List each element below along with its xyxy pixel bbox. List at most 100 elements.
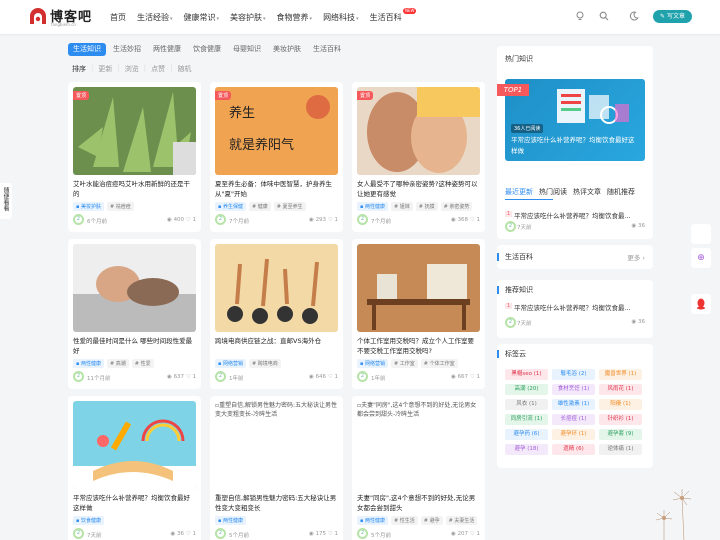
tab-1[interactable]: 生活妙招 bbox=[108, 43, 146, 56]
post-title[interactable]: 跨境电商供应链之战：直邮VS海外仓 bbox=[215, 336, 338, 346]
tab-5[interactable]: 美妆护肤 bbox=[268, 43, 306, 56]
cloud-tag[interactable]: 逆体痛 (1) bbox=[599, 444, 642, 455]
cloud-tag[interactable]: 食材烹饪 (1) bbox=[552, 384, 595, 395]
post-category[interactable]: ▪ 两性健康 bbox=[215, 516, 246, 525]
list-tab-3[interactable]: 随机推荐 bbox=[607, 187, 635, 197]
cloud-tag[interactable]: 风衣 (1) bbox=[505, 399, 548, 410]
post-tag[interactable]: # 性生活 bbox=[391, 516, 418, 525]
recommend-item[interactable]: 1 平常应该吃什么补营养呢？均衡饮食最... 2 7天前 ◉ 36 bbox=[505, 302, 645, 328]
sort-option-0[interactable]: 更新 bbox=[98, 64, 112, 74]
post-card[interactable]: ▫夫妻"同房",这4个意想不到的好处,无论男女都会尝到甜头-冷眸生活夫妻"同房"… bbox=[352, 396, 485, 540]
post-category[interactable]: ▪ 两性健康 bbox=[73, 359, 104, 368]
post-title[interactable]: 女人最受不了哪种亲密姿势?这种姿势可以让她更有感觉 bbox=[357, 179, 480, 199]
post-thumbnail[interactable] bbox=[215, 244, 338, 332]
post-card[interactable]: 平常应该吃什么补营养呢？均衡饮食最好这样做 ▪ 饮食健康 2 7天前 ◉ 36 ♡ 1 bbox=[68, 396, 201, 540]
thumb-up-icon[interactable]: ♡ bbox=[328, 374, 335, 380]
thumb-up-icon[interactable]: ♡ bbox=[470, 374, 477, 380]
recent-item[interactable]: 1 平常应该吃什么补营养呢？均衡饮食最... 2 7天前 ◉ 36 bbox=[505, 210, 645, 232]
post-tag[interactable]: # 夏至养生 bbox=[273, 202, 306, 211]
thumb-up-icon[interactable]: ♡ bbox=[328, 217, 335, 223]
post-tag[interactable]: # 高潮 bbox=[107, 359, 129, 368]
post-tag[interactable]: # 亲密姿势 bbox=[440, 202, 473, 211]
cloud-tag[interactable]: 鬈毛浴 (2) bbox=[552, 369, 595, 380]
nav-item-5[interactable]: 网络科技▾ bbox=[323, 12, 359, 23]
post-category[interactable]: ▪ 饮食健康 bbox=[73, 516, 104, 525]
post-title[interactable]: 个体工作室用交税吗？成立个人工作室要不要交税工作室用交税吗? bbox=[357, 336, 480, 356]
post-title[interactable]: 重塑自信,解锁男性魅力密码:五大秘诀让男性变大变粗变长 bbox=[215, 493, 338, 513]
post-tag[interactable]: # 工作室 bbox=[391, 359, 418, 368]
cloud-tag[interactable]: 风雨花 (1) bbox=[599, 384, 642, 395]
avatar[interactable]: 2 bbox=[215, 371, 226, 382]
post-card[interactable]: 跨境电商供应链之战：直邮VS海外仓 ▪ 网络营销 # 跨境电商 2 1年前 ◉ 646 ♡… bbox=[210, 239, 343, 389]
cloud-tag[interactable]: 雄性激素 (1) bbox=[552, 399, 595, 410]
post-thumbnail[interactable]: ▫夫妻"同房",这4个意想不到的好处,无论男女都会尝到甜头-冷眸生活 bbox=[357, 401, 480, 489]
thumb-up-icon[interactable]: ♡ bbox=[470, 531, 477, 537]
plus-icon[interactable]: ⊕ bbox=[691, 248, 711, 268]
post-title[interactable]: 性爱的最佳时间是什么 哪些时间段性爱最好 bbox=[73, 336, 196, 356]
cloud-tag[interactable]: 避孕套 (9) bbox=[599, 429, 642, 440]
sort-option-1[interactable]: 浏览 bbox=[125, 64, 139, 74]
post-title[interactable]: 平常应该吃什么补营养呢？均衡饮食最好这样做 bbox=[73, 493, 196, 513]
post-thumbnail[interactable]: ▫重塑自信,解锁男性魅力密码:五大秘诀让男性变大变粗变长-冷眸生活 bbox=[215, 401, 338, 489]
avatar[interactable]: 2 bbox=[73, 214, 84, 225]
nav-item-6[interactable]: 生活百科 bbox=[370, 12, 402, 23]
tab-0[interactable]: 生活知识 bbox=[68, 43, 106, 56]
search-icon[interactable] bbox=[598, 11, 610, 23]
float-blank-button[interactable] bbox=[691, 224, 711, 244]
cloud-tag[interactable]: 魔兽世界 (1) bbox=[599, 369, 642, 380]
post-card[interactable]: 置顶 艾叶水能治痘痘吗艾叶水用新鲜的还是干的 ▪ 美妆护肤 # 祛痘痘 2 6个月前 ◉ 4… bbox=[68, 82, 201, 232]
sort-option-2[interactable]: 点赞 bbox=[151, 64, 165, 74]
write-article-button[interactable]: ✎ 写文章 bbox=[653, 10, 692, 23]
avatar[interactable]: 2 bbox=[357, 371, 368, 382]
post-tag[interactable]: # 避孕 bbox=[420, 516, 443, 525]
post-thumbnail[interactable]: 养生 就是养阳气 置顶 bbox=[215, 87, 338, 175]
cloud-tag[interactable]: 针织衫 (1) bbox=[599, 414, 642, 425]
post-card[interactable]: ▫重塑自信,解锁男性魅力密码:五大秘诀让男性变大变粗变长-冷眸生活重塑自信,解锁… bbox=[210, 396, 343, 540]
post-category[interactable]: ▪ 美妆护肤 bbox=[73, 202, 104, 211]
post-category[interactable]: ▪ 网络营销 bbox=[215, 359, 246, 368]
post-category[interactable]: ▪ 网络营销 bbox=[357, 359, 388, 368]
list-tab-1[interactable]: 热门阅读 bbox=[539, 187, 567, 197]
nav-item-3[interactable]: 美容护肤▾ bbox=[230, 12, 266, 23]
list-tab-2[interactable]: 热评文章 bbox=[573, 187, 601, 197]
avatar[interactable]: 2 bbox=[357, 528, 368, 539]
cloud-tag[interactable]: 高潮 (20) bbox=[505, 384, 548, 395]
post-category[interactable]: ▪ 养生保健 bbox=[215, 202, 246, 211]
avatar[interactable]: 2 bbox=[215, 528, 226, 539]
post-tag[interactable]: # 跨境电商 bbox=[249, 359, 281, 368]
post-card[interactable]: 养生 就是养阳气 置顶 夏至养生必备：体味中医智慧，护身养生从"夏"开始 ▪ 养生保健 #… bbox=[210, 82, 343, 232]
post-tag[interactable]: # 夫妻生活 bbox=[445, 516, 478, 525]
post-thumbnail[interactable] bbox=[357, 244, 480, 332]
post-thumbnail[interactable] bbox=[73, 401, 196, 489]
post-tag[interactable]: # 祛痘痘 bbox=[107, 202, 134, 211]
tab-2[interactable]: 两性健康 bbox=[148, 43, 186, 56]
cloud-tag[interactable]: 避孕环 (1) bbox=[552, 429, 595, 440]
thumb-up-icon[interactable]: ♡ bbox=[186, 217, 193, 223]
list-tab-0[interactable]: 最近更新 bbox=[505, 187, 533, 197]
post-card[interactable]: 个体工作室用交税吗？成立个人工作室要不要交税工作室用交税吗? ▪ 网络营销 # 工作… bbox=[352, 239, 485, 389]
thumb-up-icon[interactable]: ♡ bbox=[328, 531, 335, 537]
thumb-up-icon[interactable]: ♡ bbox=[470, 217, 477, 223]
logo-icon[interactable] bbox=[28, 8, 48, 25]
post-tag[interactable]: # 健康 bbox=[249, 202, 271, 211]
tab-6[interactable]: 生活百科 bbox=[308, 43, 346, 56]
sort-option-3[interactable]: 随机 bbox=[177, 64, 191, 74]
post-tag[interactable]: # 姐妹 bbox=[391, 202, 413, 211]
hot-caption[interactable]: 平常应该吃什么补营养呢？均衡饮食最好这样做 bbox=[511, 135, 639, 157]
nav-item-4[interactable]: 食物营养▾ bbox=[277, 12, 313, 23]
post-thumbnail[interactable] bbox=[73, 244, 196, 332]
post-title[interactable]: 夫妻"同房",这4个意想不到的好处,无论男女都会尝到甜头 bbox=[357, 493, 480, 513]
post-title[interactable]: 艾叶水能治痘痘吗艾叶水用新鲜的还是干的 bbox=[73, 179, 196, 199]
moon-icon[interactable] bbox=[628, 11, 640, 23]
recommend-item-title[interactable]: 平常应该吃什么补营养呢？均衡饮食最... bbox=[514, 302, 631, 312]
nav-item-0[interactable]: 首页 bbox=[110, 12, 126, 23]
thumb-up-icon[interactable]: ♡ bbox=[186, 531, 193, 537]
nav-item-1[interactable]: 生活经验▾ bbox=[137, 12, 173, 23]
more-link[interactable]: 更多 › bbox=[627, 252, 645, 262]
random-browse-tab[interactable]: 随便看看 bbox=[0, 183, 12, 219]
post-tag[interactable]: # 个体工作室 bbox=[420, 359, 458, 368]
cloud-tag[interactable]: 阳痿 (1) bbox=[599, 399, 642, 410]
post-thumbnail[interactable]: 置顶 bbox=[73, 87, 196, 175]
tab-4[interactable]: 母婴知识 bbox=[228, 43, 266, 56]
recent-item-title[interactable]: 平常应该吃什么补营养呢？均衡饮食最... bbox=[514, 210, 631, 220]
